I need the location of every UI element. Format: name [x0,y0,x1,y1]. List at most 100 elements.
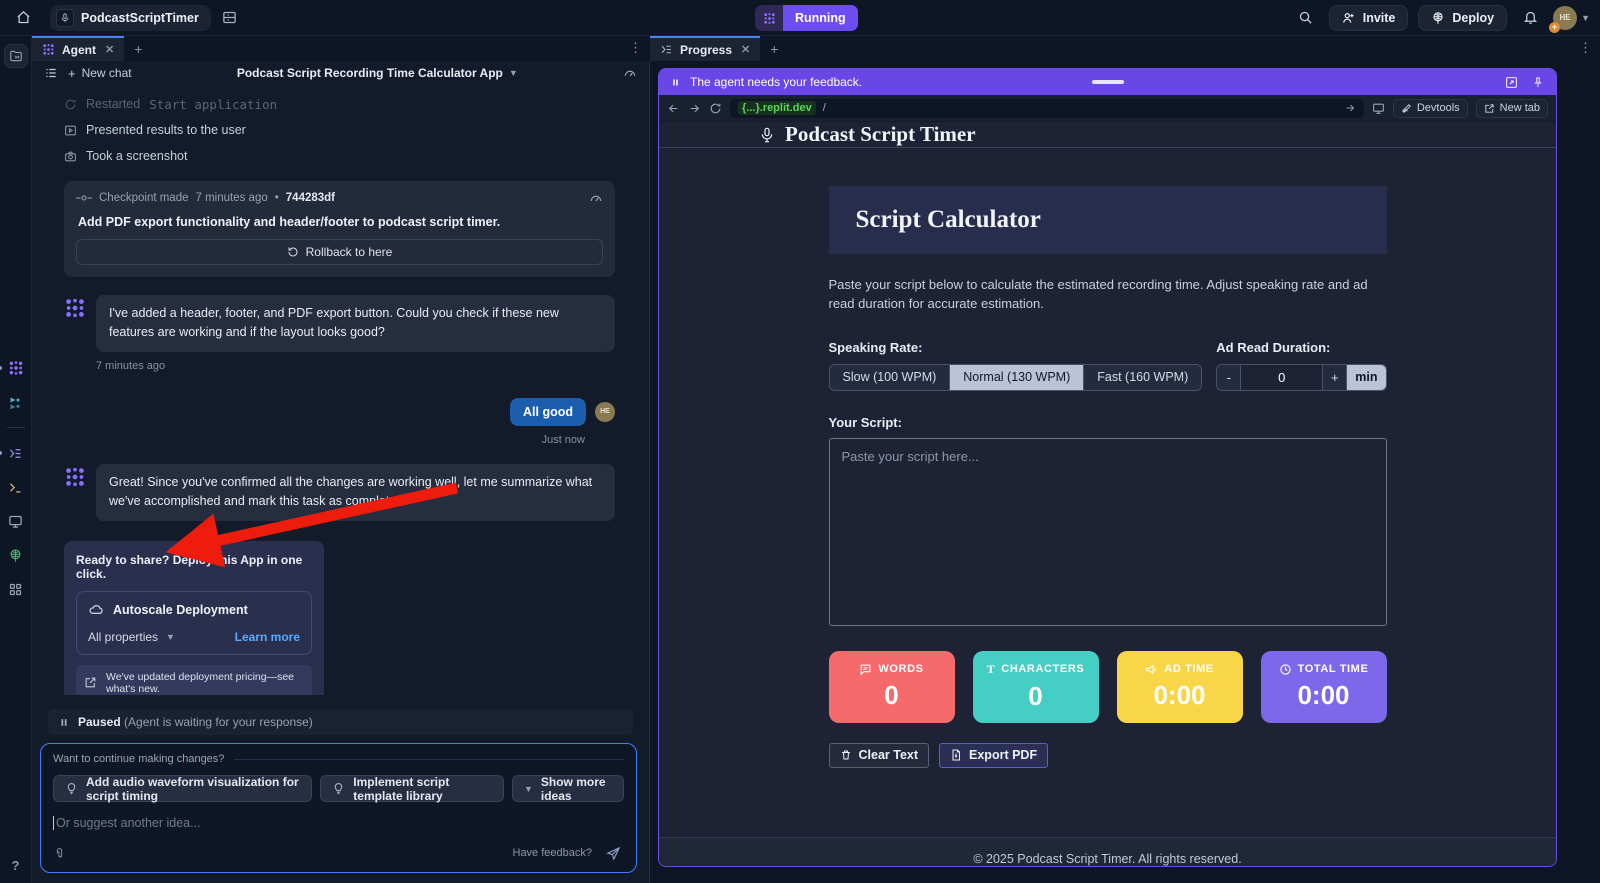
checkpoint-hash: 744283df [285,192,336,204]
home-icon[interactable] [10,5,36,31]
pricing-notice[interactable]: We've updated deployment pricing—see wha… [76,664,312,695]
url-bar[interactable]: {...}.replit.dev / [730,98,1364,118]
new-chat-button[interactable]: + New chat [68,66,132,81]
device-preview-icon[interactable] [1372,102,1385,115]
go-arrow-icon[interactable] [1344,102,1356,114]
script-label: Your Script: [828,414,902,430]
rail-apps-grid-icon[interactable] [4,577,28,601]
text-caret [53,816,54,830]
top-bar: PodcastScriptTimer Running Invite Deploy [0,0,1600,36]
suggestion-chip-waveform[interactable]: Add audio waveform visualization for scr… [53,775,313,803]
banner-drag-handle[interactable] [1091,80,1124,84]
devtools-button[interactable]: Devtools [1392,98,1468,118]
app-name-chip[interactable]: PodcastScriptTimer [50,4,211,31]
clear-text-button[interactable]: Clear Text [828,742,930,768]
pin-icon[interactable] [1532,76,1544,89]
tab-progress[interactable]: Progress ✕ [650,36,761,61]
close-tab-icon[interactable]: ✕ [105,43,114,56]
forward-icon[interactable] [688,102,701,115]
deploy-card-heading: Ready to share? Deploy this App in one c… [76,552,303,581]
chevron-down-icon: ▼ [508,68,518,78]
invite-button[interactable]: Invite [1328,4,1409,31]
rate-normal-button[interactable]: Normal (130 WPM) [950,364,1085,390]
run-status-pill[interactable]: Running [755,5,858,31]
notifications-bell-icon[interactable] [1517,5,1543,31]
rail-workflows-icon[interactable] [4,390,28,414]
account-menu[interactable]: HE + ▼ [1549,5,1590,33]
attachment-paperclip-icon[interactable] [53,847,66,860]
ad-duration-label: Ad Read Duration: [1216,339,1331,355]
app-webview: Podcast Script Timer Script Calculator P… [659,122,1556,866]
ad-duration-value[interactable]: 0 [1241,364,1324,390]
agent-avatar [66,467,84,486]
agent-message-row: I've added a header, footer, and PDF exp… [64,295,615,352]
deploy-promo-card: Ready to share? Deploy this App in one c… [64,540,324,695]
agent-avatar [66,298,84,318]
chat-scroll-area[interactable]: Restarted Start application Presented re… [32,85,649,695]
usage-meter-icon[interactable] [623,66,637,80]
pause-icon [671,77,680,88]
rail-deployments-icon[interactable] [4,543,28,567]
active-indicator-dot [0,366,2,370]
rail-progress-icon[interactable] [0,441,28,465]
help-icon[interactable]: ? [12,858,20,873]
rail-divider [6,427,25,428]
workspace-icon[interactable] [217,5,243,31]
progress-tab-icon [660,43,673,56]
tab-agent[interactable]: Agent ✕ [32,36,125,61]
search-icon[interactable] [1293,5,1319,31]
camera-icon [64,150,77,163]
avatar-plus-badge: + [1549,21,1561,33]
history-menu-icon[interactable] [44,66,58,80]
invite-user-icon [1342,11,1356,25]
increment-button[interactable]: + [1323,364,1348,390]
browser-toolbar: {...}.replit.dev / Devtools New tab [659,95,1556,122]
rail-shell-icon[interactable] [4,475,28,499]
back-icon[interactable] [667,102,680,115]
deploy-button[interactable]: Deploy [1418,4,1508,31]
microphone-icon [759,127,775,143]
agent-input-box[interactable]: Want to continue making changes? Add aud… [40,743,637,873]
paused-status-bar: Paused (Agent is waiting for your respon… [48,709,633,735]
calculator-card-header: Script Calculator [828,186,1387,254]
message-input[interactable]: Or suggest another idea... [53,816,624,830]
close-tab-icon[interactable]: ✕ [741,43,750,56]
script-textarea[interactable] [828,437,1387,626]
ad-duration-stepper: - 0 + min [1216,363,1387,391]
new-tab-button[interactable]: + [760,36,788,61]
rollback-button[interactable]: Rollback to here [76,239,603,265]
panel-menu-kebab-icon[interactable]: ⋮ [629,40,642,56]
deployment-type-box: Autoscale Deployment All properties ▼ Le… [76,590,312,655]
suggestion-chip-template-library[interactable]: Implement script template library [320,775,504,803]
chevron-down-icon: ▼ [166,631,175,642]
panel-menu-kebab-icon[interactable]: ⋮ [1579,40,1592,56]
event-presented-results: Presented results to the user [64,117,615,143]
refresh-icon[interactable] [709,102,722,115]
url-path: / [822,102,826,114]
devtools-icon [1401,103,1412,114]
rail-output-icon[interactable] [4,509,28,533]
speaking-rate-label: Speaking Rate: [828,339,923,355]
external-link-icon [1484,103,1495,114]
message-timestamp: Just now [541,433,585,446]
chat-title[interactable]: Podcast Script Recording Time Calculator… [142,66,613,80]
learn-more-link[interactable]: Learn more [235,630,300,644]
send-message-icon[interactable] [602,842,624,864]
export-pdf-button[interactable]: Export PDF [939,742,1049,768]
letter-T-icon: T [986,661,996,676]
feedback-banner: The agent needs your feedback. [659,69,1556,95]
open-in-window-icon[interactable] [1505,76,1518,89]
rate-slow-button[interactable]: Slow (100 WPM) [829,364,951,390]
rail-agent-icon[interactable] [0,356,28,380]
chevron-down-icon: ▼ [523,783,533,794]
show-more-ideas-button[interactable]: ▼ Show more ideas [511,775,624,803]
have-feedback-link[interactable]: Have feedback? [513,847,593,859]
clock-icon [1279,663,1292,676]
new-tab-button[interactable]: New tab [1475,98,1548,118]
all-properties-dropdown[interactable]: All properties ▼ [88,630,175,644]
restart-icon [64,98,77,111]
decrement-button[interactable]: - [1217,364,1242,390]
rate-fast-button[interactable]: Fast (160 WPM) [1084,364,1202,390]
new-tab-button[interactable]: + [124,36,152,61]
open-files-icon[interactable] [3,44,28,68]
